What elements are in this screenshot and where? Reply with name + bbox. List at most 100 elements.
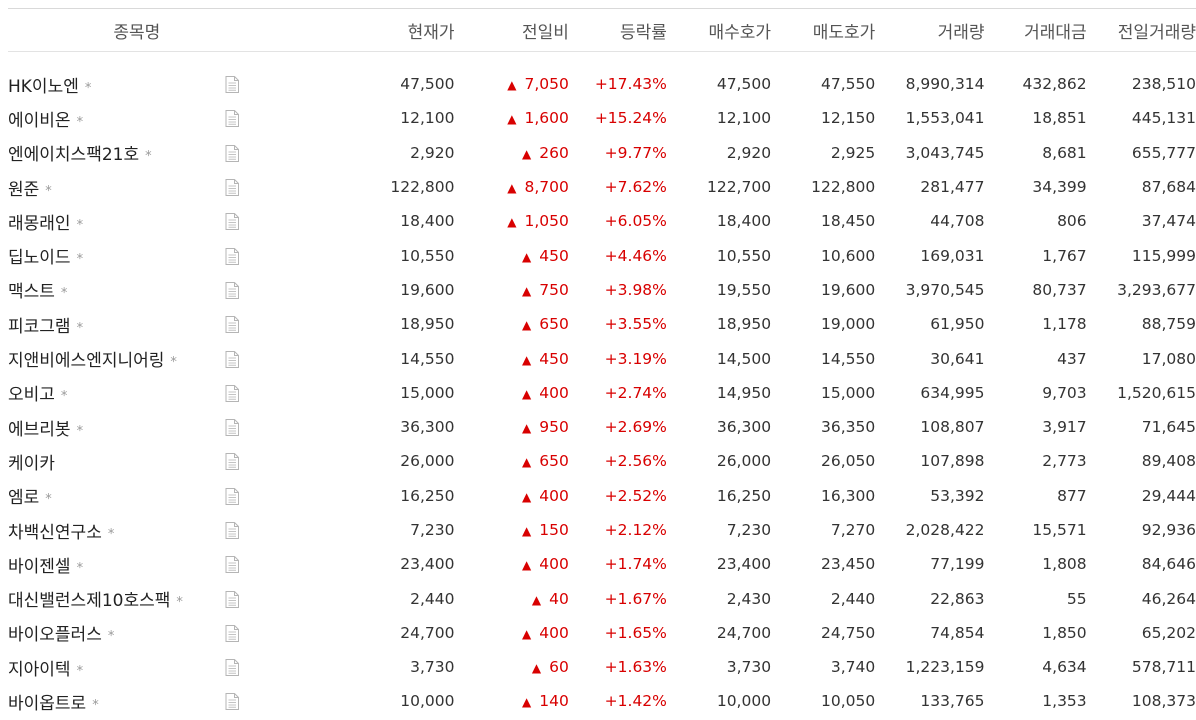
prev-volume-cell: 71,645 — [1141, 418, 1196, 437]
bid-cell: 14,950 — [716, 383, 772, 402]
stock-name-link[interactable]: HK이노엔 — [8, 77, 79, 97]
stock-name-cell: 바이오플러스 * — [0, 616, 225, 650]
doc-cell — [225, 513, 266, 547]
table-row: 케이카 26,000 ▲ 650 +2.56% 26,000 26,050 107… — [0, 444, 1196, 478]
stock-name-link[interactable]: 바이옵트로 — [8, 694, 86, 714]
table-row: 지앤비에스엔지니어링 * 14,550 ▲ 450 +3.19% 14,500 14… — [0, 341, 1196, 375]
amount-cell: 80,737 — [1032, 280, 1087, 299]
rate-cell: +3.19% — [604, 349, 667, 368]
prev-volume-cell: 238,510 — [1131, 75, 1196, 94]
stock-name-link[interactable]: 에브리봇 — [8, 420, 71, 440]
document-icon[interactable] — [225, 384, 239, 402]
doc-cell — [225, 170, 266, 204]
stock-table-panel: 종목명 현재가 전일비 등락률 매수호가 매도호가 거래량 거래대금 전일거래량… — [0, 0, 1196, 720]
stock-name-cell: 바이옵트로 * — [0, 684, 225, 718]
up-arrow-icon: ▲ — [531, 592, 542, 607]
stock-name-link[interactable]: 에이비온 — [8, 111, 71, 131]
table-row: 래몽래인 * 18,400 ▲ 1,050 +6.05% 18,400 18,450… — [0, 204, 1196, 238]
document-icon[interactable] — [225, 693, 239, 711]
stock-name-link[interactable]: 피코그램 — [8, 317, 71, 337]
document-icon[interactable] — [225, 213, 239, 231]
doc-cell — [225, 376, 266, 410]
stock-name-link[interactable]: 래몽래인 — [8, 214, 71, 234]
document-icon[interactable] — [225, 556, 239, 574]
change-value: 260 — [539, 143, 569, 162]
stock-name-link[interactable]: 바이오플러스 — [8, 625, 102, 645]
stock-name-link[interactable]: 딥노이드 — [8, 248, 71, 268]
change-cell: ▲ 650 — [454, 307, 569, 341]
change-cell: ▲ 950 — [454, 410, 569, 444]
up-arrow-icon: ▲ — [522, 249, 532, 264]
amount-cell: 877 — [1057, 486, 1087, 505]
change-cell: ▲ 7,050 — [454, 67, 569, 101]
header-ask[interactable]: 매도호가 — [771, 9, 876, 51]
stock-name-link[interactable]: 차백신연구소 — [8, 523, 102, 543]
stock-name-link[interactable]: 케이카 — [8, 454, 55, 474]
star-mark: * — [76, 217, 84, 233]
stock-table: 종목명 현재가 전일비 등락률 매수호가 매도호가 거래량 거래대금 전일거래량… — [0, 9, 1196, 719]
header-change[interactable]: 전일비 — [454, 9, 569, 51]
amount-cell: 34,399 — [1032, 178, 1087, 197]
document-icon[interactable] — [225, 419, 239, 437]
doc-cell — [225, 684, 266, 718]
document-icon[interactable] — [225, 350, 239, 368]
rate-cell: +7.62% — [604, 178, 667, 197]
table-row: 바이젠셀 * 23,400 ▲ 400 +1.74% 23,400 23,450 7… — [0, 547, 1196, 581]
volume-cell: 8,990,314 — [905, 75, 985, 94]
document-icon[interactable] — [225, 247, 239, 265]
document-icon[interactable] — [225, 76, 239, 94]
star-mark: * — [76, 252, 84, 268]
stock-name-link[interactable]: 맥스트 — [8, 282, 55, 302]
document-icon[interactable] — [225, 453, 239, 471]
stock-name-cell: 차백신연구소 * — [0, 513, 225, 547]
up-arrow-icon: ▲ — [522, 695, 532, 710]
table-row: 엔에이치스팩21호 * 2,920 ▲ 260 +9.77% 2,920 2,925… — [0, 136, 1196, 170]
stock-name-link[interactable]: 지앤비에스엔지니어링 — [8, 351, 164, 371]
change-value: 1,600 — [524, 109, 569, 128]
document-icon[interactable] — [225, 316, 239, 334]
header-name[interactable]: 종목명 — [0, 9, 266, 51]
prev-volume-cell: 88,759 — [1141, 315, 1196, 334]
document-icon[interactable] — [225, 659, 239, 677]
stock-name-link[interactable]: 지아이텍 — [8, 660, 71, 680]
stock-name-link[interactable]: 엠로 — [8, 488, 39, 508]
amount-cell: 806 — [1057, 212, 1087, 231]
doc-cell — [225, 204, 266, 238]
document-icon[interactable] — [225, 110, 239, 128]
table-header-row: 종목명 현재가 전일비 등락률 매수호가 매도호가 거래량 거래대금 전일거래량 — [0, 9, 1196, 51]
header-price[interactable]: 현재가 — [266, 9, 455, 51]
document-icon[interactable] — [225, 144, 239, 162]
prev-volume-cell: 108,373 — [1131, 692, 1196, 711]
change-value: 7,050 — [524, 75, 569, 94]
document-icon[interactable] — [225, 590, 239, 608]
rate-cell: +2.56% — [604, 452, 667, 471]
rate-cell: +2.74% — [604, 383, 667, 402]
rate-cell: +3.55% — [604, 315, 667, 334]
rate-cell: +1.65% — [604, 623, 667, 642]
header-amount[interactable]: 거래대금 — [985, 9, 1087, 51]
rate-cell: +1.42% — [604, 692, 667, 711]
document-icon[interactable] — [225, 487, 239, 505]
volume-cell: 30,641 — [930, 349, 985, 368]
stock-name-link[interactable]: 대신밸런스제10호스팩 — [8, 591, 170, 611]
header-bid[interactable]: 매수호가 — [667, 9, 772, 51]
document-icon[interactable] — [225, 179, 239, 197]
header-volume[interactable]: 거래량 — [875, 9, 985, 51]
stock-name-link[interactable]: 바이젠셀 — [8, 557, 71, 577]
table-row: 지아이텍 * 3,730 ▲ 60 +1.63% 3,730 3,740 1,223… — [0, 650, 1196, 684]
document-icon[interactable] — [225, 522, 239, 539]
stock-name-link[interactable]: 엔에이치스팩21호 — [8, 145, 139, 165]
table-row: 맥스트 * 19,600 ▲ 750 +3.98% 19,550 19,600 3,… — [0, 273, 1196, 307]
document-icon[interactable] — [225, 281, 239, 299]
header-prev-volume[interactable]: 전일거래량 — [1087, 9, 1196, 51]
volume-cell: 53,392 — [930, 486, 985, 505]
document-icon[interactable] — [225, 624, 239, 642]
stock-name-link[interactable]: 원준 — [8, 180, 39, 200]
rate-cell: +2.12% — [604, 521, 667, 539]
bid-cell: 10,550 — [716, 246, 772, 265]
stock-name-link[interactable]: 오비고 — [8, 385, 55, 405]
price-cell: 18,950 — [400, 315, 455, 334]
header-rate[interactable]: 등락률 — [569, 9, 667, 51]
volume-cell: 61,950 — [930, 315, 985, 334]
star-mark: * — [107, 526, 115, 542]
